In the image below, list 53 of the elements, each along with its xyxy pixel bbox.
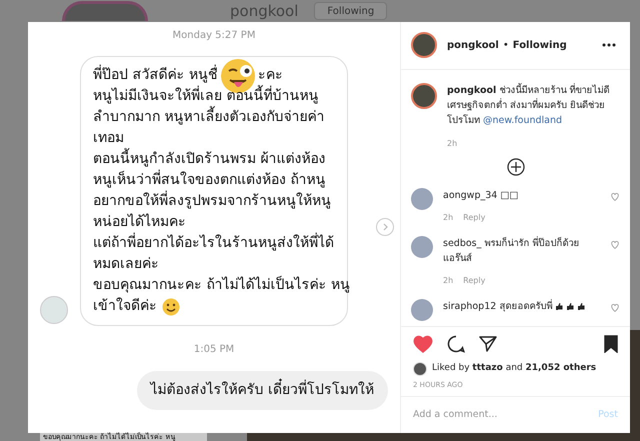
avatar-placeholder — [411, 32, 437, 58]
comment-text: sedbos_ พรมก็น่ารัก พี่ป๊อปก็ด้วย แอร๊นส์ — [443, 236, 580, 266]
following-button[interactable]: Following — [512, 38, 567, 53]
message-text: ขอบคุณมากนะคะ ถ้าไม่ได้ไม่เป็นไรค่ะ หนู — [93, 275, 350, 295]
avatar-placeholder — [411, 236, 433, 258]
thumbs-up-icon — [566, 302, 574, 310]
message-text: หน่อยได้ไหมคะ — [93, 212, 186, 232]
avatar-placeholder — [411, 82, 437, 109]
caption-text: pongkool ช่วงนี้มีหลายร้าน ที่ขายไม่ดี เศรษฐกิจตกต่ำ ส่งมาที่ผมครับ ยินดีช่วยโปรโมท @new.foundland — [447, 82, 610, 128]
comment-time: 2h — [443, 274, 454, 287]
following-button[interactable]: Following — [314, 2, 388, 20]
message-text: หมดเลยค่ะ — [93, 255, 159, 274]
message-text: พี่ป๊อป สวัสดีค่ะ หนูชื่ — [93, 65, 218, 86]
post-username[interactable]: pongkool — [447, 38, 499, 53]
reply-button[interactable]: Reply — [463, 274, 486, 287]
share-icon[interactable] — [479, 334, 497, 353]
comment-text: siraphop12 สุดยอดครับพี่ — [443, 298, 552, 314]
profile-username: pongkool — [230, 2, 298, 20]
smiley-face-icon — [162, 298, 180, 316]
comment-text: aongwp_34 □□ — [443, 188, 518, 203]
message-text: ะคะ — [258, 66, 283, 85]
more-options-icon[interactable] — [602, 43, 616, 48]
message-text: แต่ถ้าพี่อยากได้อะไรในร้านหนูส่งให้พี่ได้ — [93, 233, 334, 254]
heart-icon[interactable] — [610, 302, 620, 313]
load-more-icon[interactable] — [506, 158, 524, 176]
message-text: เข้าใจดีค่ะ — [93, 296, 157, 316]
likes-text[interactable]: Liked by tttazo and 21,052 others — [432, 362, 596, 376]
chat-timestamp: Monday 5:27 PM — [172, 29, 256, 43]
message-text: หนูเห็นว่าพี่สนใจของตกแต่งห้อง ถ้าหนู — [93, 170, 326, 191]
heart-icon[interactable] — [413, 334, 433, 353]
message-text: เทอม — [93, 129, 124, 148]
mention-link[interactable]: @new.foundland — [483, 114, 562, 126]
message-text: หนูไม่มีเงินจะให้พี่เลย ตอนนี้ที่บ้านหนู — [93, 86, 318, 107]
heart-icon[interactable] — [610, 240, 620, 250]
thumbs-up-icon — [555, 302, 564, 310]
comment-time: 2h — [443, 212, 454, 224]
comment-icon[interactable] — [447, 334, 465, 353]
sent-message-bubble: ไม่ต้องส่งไรให้ครับ เดี๋ยวพี่โปรโมทให้ — [136, 371, 388, 410]
thumbs-up-icon — [577, 302, 586, 310]
heart-icon[interactable] — [610, 192, 620, 202]
avatar-placeholder — [411, 188, 433, 210]
reply-button[interactable]: Reply — [463, 212, 486, 224]
avatar-placeholder — [411, 298, 433, 321]
message-text: ตอนนี้หนูกำลังเปิดร้านพรม ผ้าแต่งห้อง — [93, 149, 326, 170]
message-text: ลำบากมาก หนูหาเลี้ยงตัวเองกับจ่ายค่า — [93, 107, 324, 128]
message-text: อยากขอให้พี่ลงรูปพรมจากร้านหนูให้หนู — [93, 191, 331, 212]
post-time: 2h — [447, 138, 458, 150]
chevron-right-icon — [381, 223, 389, 231]
avatar-placeholder — [40, 296, 68, 324]
separator-dot: • — [502, 38, 509, 53]
bookmark-icon[interactable] — [604, 334, 618, 353]
chat-timestamp: 1:05 PM — [194, 343, 234, 357]
avatar-placeholder — [413, 362, 427, 376]
